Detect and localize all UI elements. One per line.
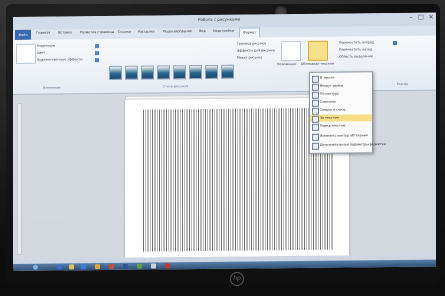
picture-style-thumb[interactable] — [205, 64, 218, 79]
ie-icon[interactable] — [57, 264, 62, 270]
menu-item-through[interactable]: Сквозное — [310, 98, 372, 107]
minimize-icon[interactable]: – — [406, 14, 416, 22]
compress-icon[interactable] — [95, 44, 99, 49]
tab-mailings[interactable]: Рассылки — [138, 30, 154, 34]
in-front-icon — [312, 123, 319, 131]
picture-border-button[interactable]: Граница рисунка — [237, 41, 266, 45]
menu-item-more-options[interactable]: Дополнительные параметры разметки — [310, 141, 386, 150]
picture-layout-button[interactable]: Макет рисунка — [237, 55, 262, 59]
picture-style-thumb[interactable] — [141, 65, 154, 80]
selected-picture[interactable] — [143, 107, 333, 252]
menu-item-square[interactable]: Вокруг рамки — [310, 82, 372, 91]
selection-pane-button[interactable]: Область выделения — [339, 54, 373, 58]
tab-insert[interactable]: Вставка — [58, 30, 72, 34]
picture-style-thumb[interactable] — [109, 65, 122, 80]
crop-icon[interactable] — [393, 40, 397, 46]
folder-icon[interactable] — [69, 264, 74, 270]
window-title: Работа с рисунками — [198, 16, 241, 23]
app-icon[interactable] — [165, 263, 170, 269]
color-button[interactable]: Цвет — [37, 51, 45, 55]
wrap-text-label: Обтекание текстом — [301, 61, 335, 66]
picture-style-thumb[interactable] — [125, 65, 138, 80]
group-label-picture-styles: Стили рисунков — [163, 84, 189, 89]
app-icon[interactable] — [109, 263, 114, 269]
tab-view[interactable]: Вид — [199, 29, 206, 33]
vertical-ruler[interactable] — [17, 102, 22, 255]
menu-item-edit-wrap[interactable]: Изменить контур обтекания — [310, 132, 372, 141]
picture-style-thumb[interactable] — [189, 65, 202, 80]
wrap-text-button[interactable] — [308, 40, 328, 61]
menu-item-inline[interactable]: В тексте — [310, 74, 372, 83]
remove-background-button[interactable] — [16, 43, 36, 64]
paint-icon[interactable] — [95, 264, 100, 270]
laptop-photo: Работа с рисунками – □ × Файл Главная Вс… — [0, 0, 445, 296]
picture-style-thumb[interactable] — [157, 65, 170, 80]
group-label-adjust: Изменение — [43, 85, 61, 90]
group-label-size: Размер — [397, 81, 409, 86]
bring-forward-button[interactable]: Переместить вперед — [339, 40, 374, 44]
send-backward-button[interactable]: Переместить назад — [339, 47, 372, 51]
close-icon[interactable]: × — [426, 14, 436, 22]
picture-style-thumb[interactable] — [221, 64, 234, 79]
artistic-effects-button[interactable]: Художественные эффекты — [37, 57, 83, 61]
change-picture-icon[interactable] — [95, 51, 99, 56]
menu-item-tight[interactable]: По контуру — [310, 90, 372, 99]
tab-addins[interactable]: Надстройки — [213, 29, 234, 33]
tab-references[interactable]: Ссылки — [118, 30, 131, 34]
start-icon[interactable] — [33, 264, 38, 270]
hp-logo: hp — [230, 272, 244, 286]
tab-page-layout[interactable]: Разметка страницы — [80, 30, 114, 34]
reset-picture-icon[interactable] — [95, 58, 99, 63]
word-icon[interactable] — [123, 263, 128, 269]
laptop-screen: Работа с рисунками – □ × Файл Главная Вс… — [13, 12, 436, 272]
menu-item-top-bottom[interactable]: Сверху и снизу — [310, 106, 372, 115]
menu-item-in-front[interactable]: Перед текстом — [310, 122, 372, 131]
tab-home[interactable]: Главная — [36, 31, 50, 35]
corrections-button[interactable]: Коррекция — [37, 44, 55, 48]
tab-review[interactable]: Рецензирование — [163, 29, 192, 33]
picture-style-thumb[interactable] — [173, 65, 186, 80]
layout-options-icon — [312, 142, 319, 150]
maximize-icon[interactable]: □ — [416, 14, 426, 22]
menu-item-behind-text[interactable]: За текстом — [310, 114, 372, 123]
app-icon[interactable] — [137, 263, 142, 269]
position-button[interactable] — [281, 40, 301, 62]
edit-wrap-icon — [312, 133, 319, 141]
picture-effects-button[interactable]: Эффекты для рисунка — [237, 48, 275, 52]
media-player-icon[interactable] — [81, 264, 86, 270]
wrap-text-menu: В тексте Вокруг рамки По контуру Сквозно… — [309, 71, 386, 154]
tab-format[interactable]: Формат — [239, 27, 261, 38]
tab-file[interactable]: Файл — [15, 29, 31, 40]
position-label: Положение — [277, 62, 297, 67]
app-icon[interactable] — [151, 263, 156, 269]
